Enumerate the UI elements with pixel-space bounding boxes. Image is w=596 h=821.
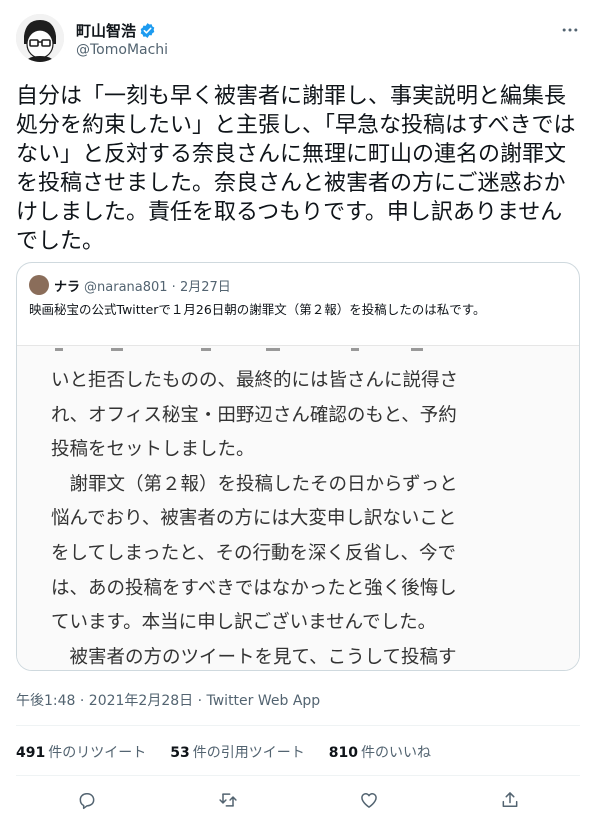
quoted-tweet[interactable]: ナラ @narana801 · 2月27日 映画秘宝の公式Twitterで１月2… — [16, 262, 580, 671]
image-text-line: れ、オフィス秘宝・田野辺さん確認のもと、予約 — [51, 404, 457, 426]
reply-button[interactable] — [69, 784, 105, 820]
quoted-tweet-image[interactable]: いと拒否したものの、最終的には皆さんに説得さ れ、オフィス秘宝・田野辺さん確認のも… — [17, 345, 579, 670]
image-text-line: 悩んでおり、被害者の方には大変申し訳ないこと — [51, 508, 457, 530]
quoted-author-name: ナラ — [54, 279, 81, 295]
like-button[interactable] — [351, 784, 387, 820]
retweet-icon — [217, 790, 239, 814]
tweet-timestamp[interactable]: 午後1:48 · 2021年2月28日 · Twitter Web App — [16, 690, 320, 710]
divider — [16, 725, 580, 726]
image-text-line: 投稿をセットしました。 — [51, 439, 255, 461]
quotes-count: 53 — [170, 745, 190, 761]
quotes-stat[interactable]: 53 件の引用ツイート — [170, 742, 304, 762]
image-text-line: 被害者の方のツイートを見て、こうして投稿す — [51, 646, 457, 668]
image-text-line: 謝罪文（第２報）を投稿したその日からずっと — [51, 473, 458, 495]
more-icon[interactable] — [560, 20, 580, 45]
share-icon — [500, 790, 520, 814]
author-display-name[interactable]: 町山智浩 — [76, 20, 136, 41]
divider — [16, 775, 580, 776]
tweet-actions — [16, 784, 580, 820]
image-cut-text — [51, 346, 501, 351]
quoted-author-avatar — [29, 275, 49, 295]
share-button[interactable] — [492, 784, 528, 820]
quotes-label: 件の引用ツイート — [192, 745, 305, 761]
tweet-stats: 491 件のリツイート 53 件の引用ツイート 810 件のいいね — [16, 742, 455, 762]
likes-label: 件のいいね — [360, 745, 431, 761]
image-text-line: は、あの投稿をすべきではなかったと強く後悔し — [51, 577, 457, 599]
retweets-label: 件のリツイート — [48, 745, 147, 761]
tweet-text: 自分は「一刻も早く被害者に謝罪し、事実説明と編集長処分を約束したい」と主張し、「… — [16, 84, 576, 254]
quoted-author-handle-date: @narana801 · 2月27日 — [84, 279, 231, 295]
image-text-lines: いと拒否したものの、最終的には皆さんに説得さ れ、オフィス秘宝・田野辺さん確認のも… — [51, 364, 561, 670]
like-icon — [359, 790, 379, 814]
likes-stat[interactable]: 810 件のいいね — [329, 742, 431, 762]
retweet-button[interactable] — [210, 784, 246, 820]
image-text-line: ています。本当に申し訳ございませんでした。 — [51, 612, 437, 634]
image-text-line: をしてしまったと、その行動を深く反省し、今で — [51, 542, 456, 564]
author-handle[interactable]: @TomoMachi — [76, 42, 168, 58]
image-text-line: いと拒否したものの、最終的には皆さんに説得さ — [51, 370, 459, 391]
tweet-header: 町山智浩 @TomoMachi — [16, 14, 580, 66]
quoted-tweet-text: 映画秘宝の公式Twitterで１月26日朝の謝罪文（第２報）を投稿したのは私です… — [29, 302, 486, 317]
retweets-count: 491 — [16, 745, 46, 761]
likes-count: 810 — [328, 745, 358, 761]
author-avatar[interactable] — [16, 14, 64, 62]
retweets-stat[interactable]: 491 件のリツイート — [16, 742, 146, 762]
verified-icon — [139, 22, 156, 39]
reply-icon — [77, 790, 97, 814]
